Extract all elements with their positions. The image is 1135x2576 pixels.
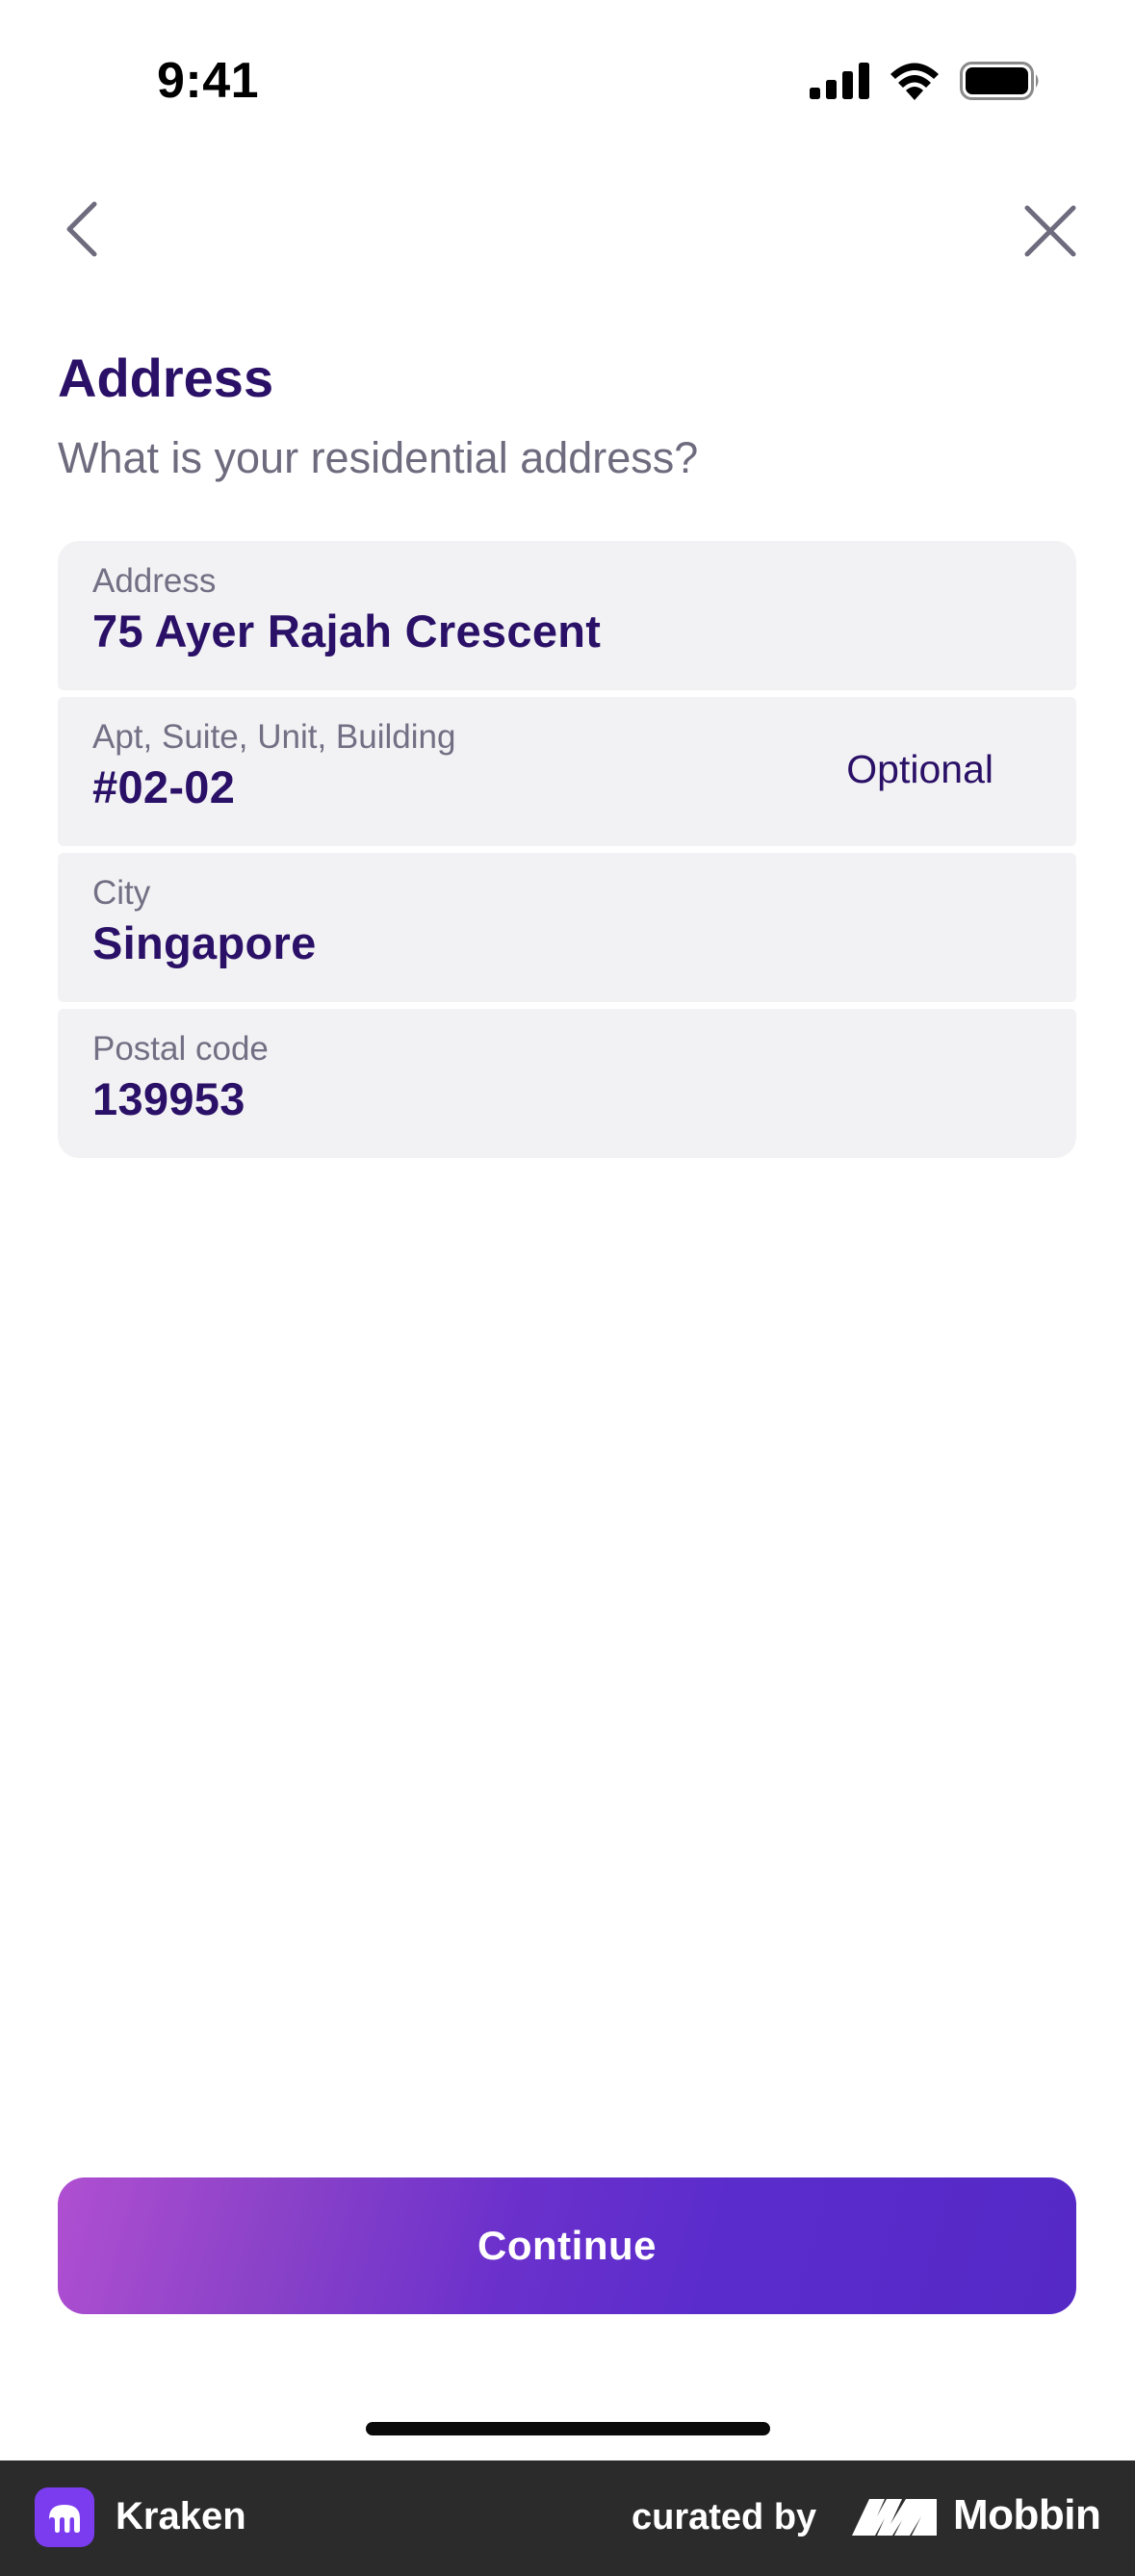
page-subtitle: What is your residential address?: [58, 433, 699, 482]
close-icon: [1023, 204, 1077, 263]
chevron-left-icon: [64, 200, 98, 263]
battery-icon: [960, 62, 1041, 105]
footer-bar: Kraken curated by Mobbin: [0, 2460, 1135, 2576]
status-icons: [810, 62, 1041, 105]
address-field[interactable]: Address 75 Ayer Rajah Crescent: [58, 541, 1076, 690]
address-field-value[interactable]: 75 Ayer Rajah Crescent: [92, 605, 601, 657]
kraken-logo-icon: [35, 2487, 94, 2547]
footer-brand: Mobbin: [953, 2491, 1101, 2538]
continue-button[interactable]: Continue: [58, 2177, 1076, 2314]
apt-suite-field-value[interactable]: #02-02: [92, 760, 235, 813]
city-field-label: City: [92, 874, 151, 912]
footer-app-name: Kraken: [116, 2495, 246, 2537]
close-button[interactable]: [1019, 202, 1081, 264]
apt-suite-field-label: Apt, Suite, Unit, Building: [92, 718, 456, 756]
continue-button-label: Continue: [477, 2223, 657, 2268]
address-field-label: Address: [92, 562, 217, 600]
back-button[interactable]: [56, 197, 106, 265]
city-field-value[interactable]: Singapore: [92, 916, 317, 969]
status-time: 9:41: [157, 53, 260, 109]
home-indicator[interactable]: [366, 2422, 770, 2435]
cellular-signal-icon: [810, 63, 869, 104]
apt-suite-field[interactable]: Apt, Suite, Unit, Building #02-02 Option…: [58, 697, 1076, 846]
mobbin-logo-icon: [852, 2495, 939, 2542]
page-title: Address: [58, 348, 274, 408]
postal-code-field-value[interactable]: 139953: [92, 1072, 245, 1125]
postal-code-field-label: Postal code: [92, 1030, 269, 1068]
footer-curated-by: curated by: [632, 2497, 817, 2537]
optional-hint: Optional: [846, 747, 993, 791]
postal-code-field[interactable]: Postal code 139953: [58, 1009, 1076, 1158]
city-field[interactable]: City Singapore: [58, 853, 1076, 1002]
wifi-icon: [889, 62, 941, 105]
